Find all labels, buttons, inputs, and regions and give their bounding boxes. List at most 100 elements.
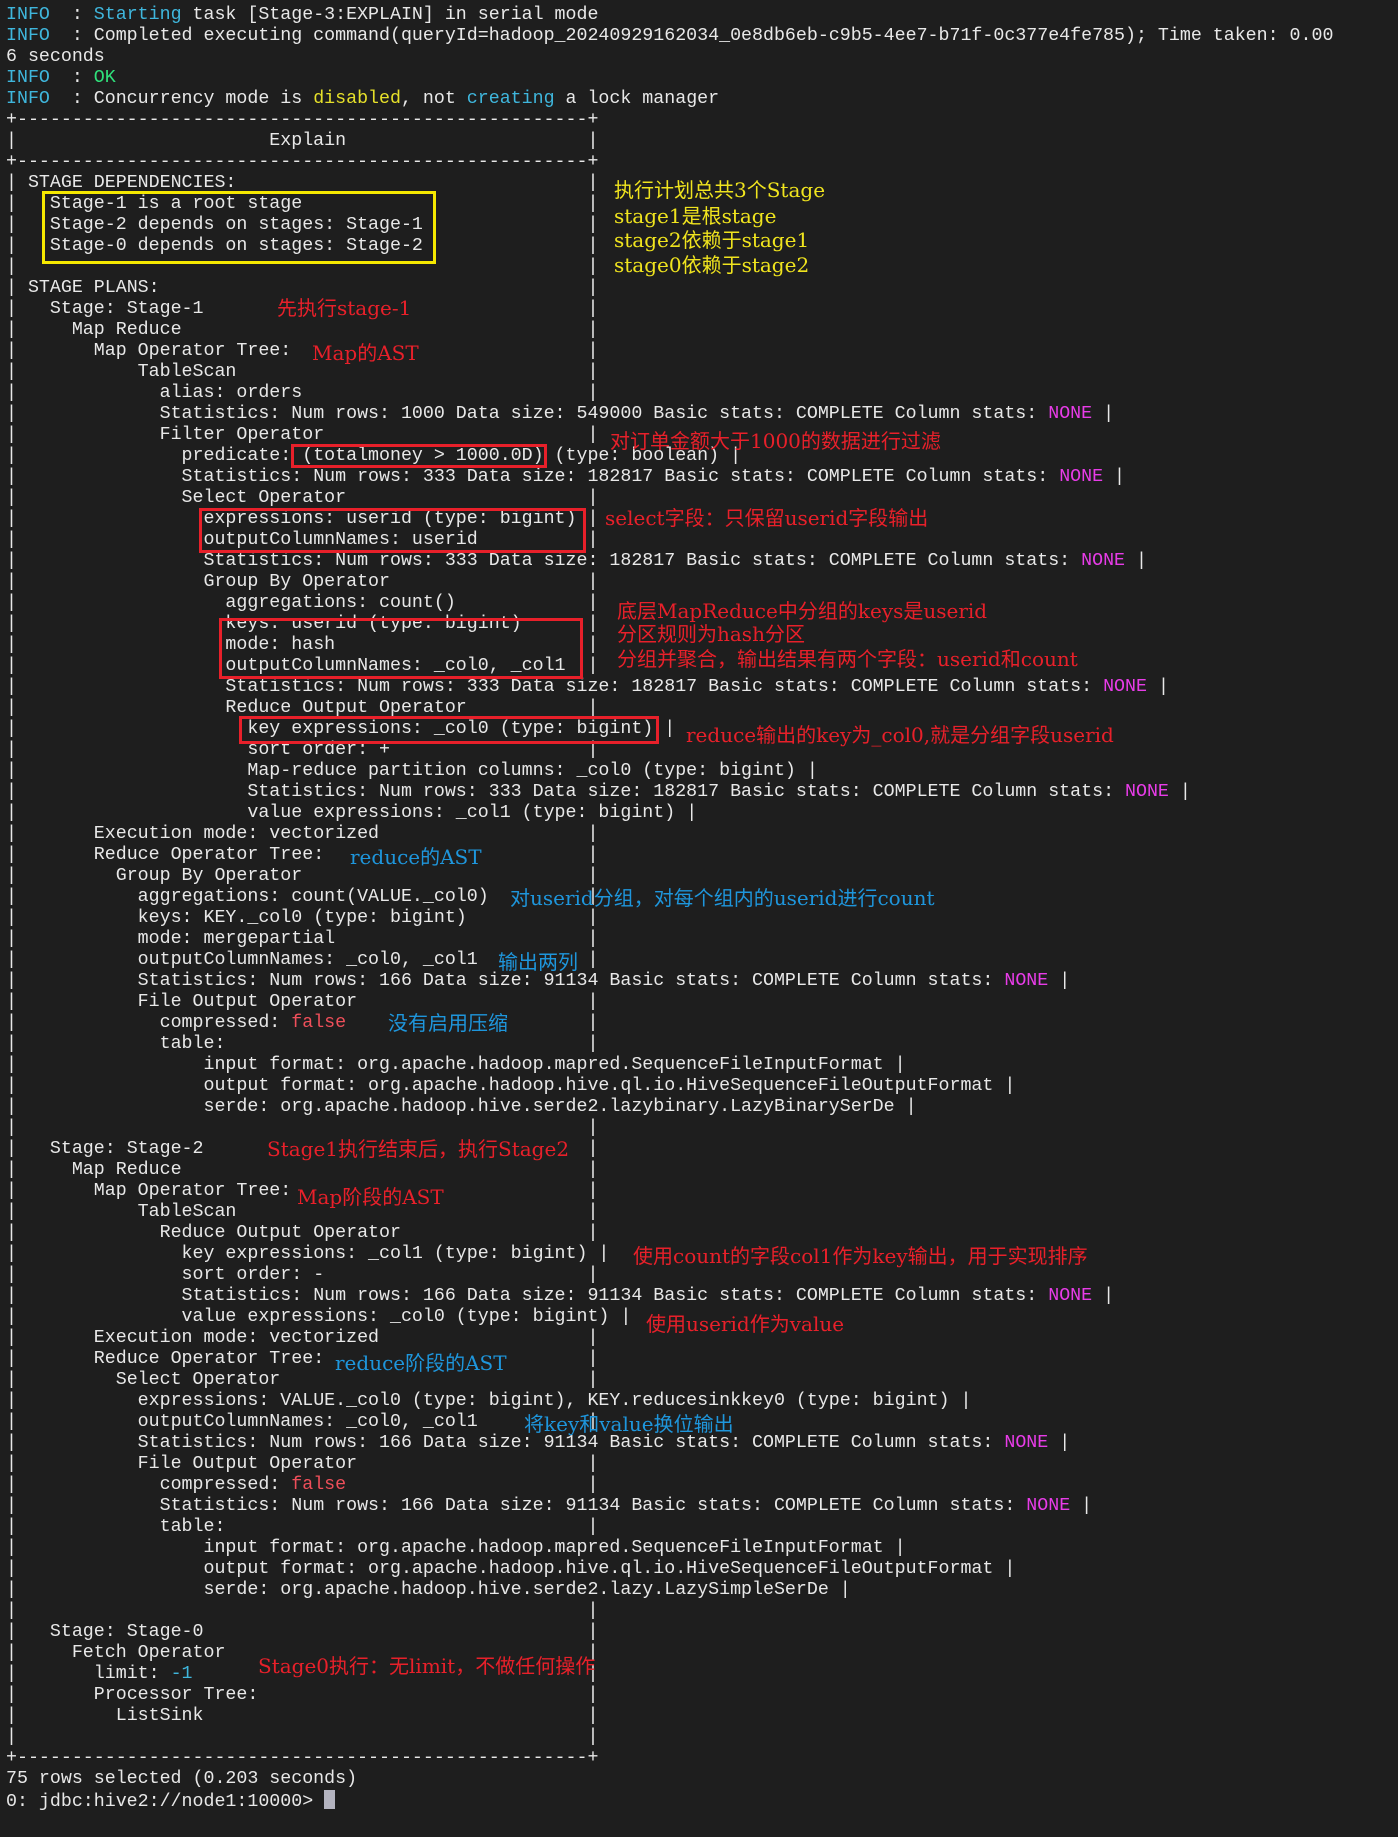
table-row: | Stage: Stage-2 | — [6, 1139, 1333, 1160]
line-text: Fetch Operator — [16, 1643, 226, 1663]
line-text: | — [6, 1496, 17, 1516]
line-text: | — [6, 656, 17, 676]
line-text: | — [6, 1244, 17, 1264]
table-row: | Reduce Output Operator | — [6, 698, 1333, 719]
line-text: output format: org.apache.hadoop.hive.ql… — [16, 1559, 994, 1579]
table-row: | input format: org.apache.hadoop.mapred… — [6, 1055, 1333, 1076]
table-row: | ListSink | — [6, 1706, 1333, 1727]
table-row: | output format: org.apache.hadoop.hive.… — [6, 1559, 1333, 1580]
highlight-text: NONE — [1125, 782, 1169, 802]
line-text: | — [6, 1454, 17, 1474]
table-row: | Group By Operator | — [6, 572, 1333, 593]
annotation: Stage1执行结束后，执行Stage2 — [267, 1137, 570, 1161]
line-text: | — [346, 1475, 599, 1495]
table-row: | compressed: false | — [6, 1013, 1333, 1034]
line-text: | — [6, 1664, 17, 1684]
line-text: Statistics: Num rows: 166 Data size: 911… — [16, 1496, 1027, 1516]
line-text: serde: org.apache.hadoop.hive.serde2.laz… — [16, 1097, 895, 1117]
line-text: outputColumnNames: _col0, _col1 — [16, 1412, 478, 1432]
line-text: | — [6, 236, 17, 256]
line-text: | — [1048, 971, 1071, 991]
line-text: | — [6, 950, 17, 970]
line-text: | — [6, 194, 17, 214]
annotation: Map的AST — [312, 341, 419, 365]
line-text: | — [236, 173, 599, 193]
table-row: | File Output Operator | — [6, 992, 1333, 1013]
line-text: | — [302, 866, 599, 886]
line-text: | — [302, 383, 599, 403]
line-text: | — [400, 1223, 599, 1243]
line-text: +---------------------------------------… — [6, 152, 599, 172]
line-text: | — [379, 824, 599, 844]
line-text: +---------------------------------------… — [6, 110, 599, 130]
line-text: | — [6, 1013, 17, 1033]
line-text: | — [993, 1076, 1016, 1096]
line-text: table: — [16, 1517, 226, 1537]
annotation: Stage0执行：无limit，不做任何操作 — [258, 1654, 596, 1678]
table-row: | Statistics: Num rows: 166 Data size: 9… — [6, 971, 1333, 992]
annotation: 使用count的字段col1作为key输出，用于实现排序 — [633, 1244, 1088, 1268]
table-row: | sort order: - | — [6, 1265, 1333, 1286]
line-text: Statistics: Num rows: 166 Data size: 911… — [16, 971, 1005, 991]
line-text: File Output Operator — [16, 1454, 358, 1474]
terminal-line: INFO : Concurrency mode is disabled, not… — [6, 89, 1333, 110]
table-row: | table: | — [6, 1517, 1333, 1538]
line-text: | — [1146, 677, 1169, 697]
table-row: | Select Operator | — [6, 1370, 1333, 1391]
annotation: 执行计划总共3个Stage — [614, 178, 826, 202]
table-header: | Explain | — [6, 131, 1333, 152]
line-text: | — [6, 1580, 17, 1600]
line-text: | — [1092, 1286, 1115, 1306]
table-row: | Statistics: Num rows: 166 Data size: 9… — [6, 1286, 1333, 1307]
highlight-text: false — [291, 1475, 347, 1495]
highlight-box-key-expressions — [239, 716, 659, 744]
line-text: value expressions: _col0 (type: bigint) — [16, 1307, 610, 1327]
line-text: Stage: Stage-0 — [16, 1622, 204, 1642]
line-text: | — [6, 1412, 17, 1432]
table-row: | serde: org.apache.hadoop.hive.serde2.l… — [6, 1097, 1333, 1118]
line-text: | — [6, 1202, 17, 1222]
table-row: | Statistics: Num rows: 166 Data size: 9… — [6, 1496, 1333, 1517]
line-text: | — [159, 278, 599, 298]
line-text: serde: org.apache.hadoop.hive.serde2.laz… — [16, 1580, 829, 1600]
table-border: +---------------------------------------… — [6, 152, 1333, 173]
highlight-text: NONE — [1004, 971, 1049, 991]
line-text: TableScan — [16, 362, 237, 382]
line-text: table: — [16, 1034, 226, 1054]
table-row: | Statistics: Num rows: 333 Data size: 1… — [6, 782, 1333, 803]
highlight-text: NONE — [1048, 1286, 1093, 1306]
command-prompt[interactable]: 0: jdbc:hive2://node1:10000> — [6, 1790, 1333, 1812]
annotation: Map阶段的AST — [297, 1185, 444, 1209]
line-text: compressed: — [16, 1013, 292, 1033]
line-text: +---------------------------------------… — [6, 1748, 599, 1768]
table-row: | | — [6, 1727, 1333, 1748]
highlight-text: INFO — [6, 89, 50, 109]
line-text: | — [6, 761, 17, 781]
table-row: | value expressions: _col1 (type: bigint… — [6, 803, 1333, 824]
line-text: | — [6, 1370, 17, 1390]
line-text: | — [422, 236, 599, 256]
line-text: | — [6, 383, 17, 403]
table-row: | Stage: Stage-1 | — [6, 299, 1333, 320]
line-text: | — [6, 866, 17, 886]
line-text: Stage: Stage-2 — [16, 1139, 204, 1159]
line-text: TableScan — [16, 1202, 237, 1222]
line-text: Group By Operator — [16, 866, 303, 886]
highlight-box-groupby — [219, 618, 583, 679]
line-text: Select Operator — [16, 1370, 281, 1390]
table-row: | TableScan | — [6, 362, 1333, 383]
line-text: File Output Operator — [16, 992, 358, 1012]
line-text: aggregations: count(VALUE._col0) — [16, 887, 489, 907]
line-text: | — [16, 1601, 599, 1621]
line-text: keys: KEY._col0 (type: bigint) — [16, 908, 467, 928]
line-text: Statistics: Num rows: 333 Data size: 182… — [16, 551, 1082, 571]
highlight-box-dependencies — [42, 191, 436, 264]
table-row: | expressions: VALUE._col0 (type: bigint… — [6, 1391, 1333, 1412]
annotation: stage2依赖于stage1 — [614, 228, 810, 252]
line-text: 6 seconds — [6, 47, 105, 67]
line-text: | — [675, 803, 698, 823]
table-row: | table: | — [6, 1034, 1333, 1055]
annotation: 分组并聚合，输出结果有两个字段：userid和count — [617, 647, 1078, 671]
highlight-text: NONE — [1026, 1496, 1071, 1516]
line-text: | — [6, 1643, 17, 1663]
